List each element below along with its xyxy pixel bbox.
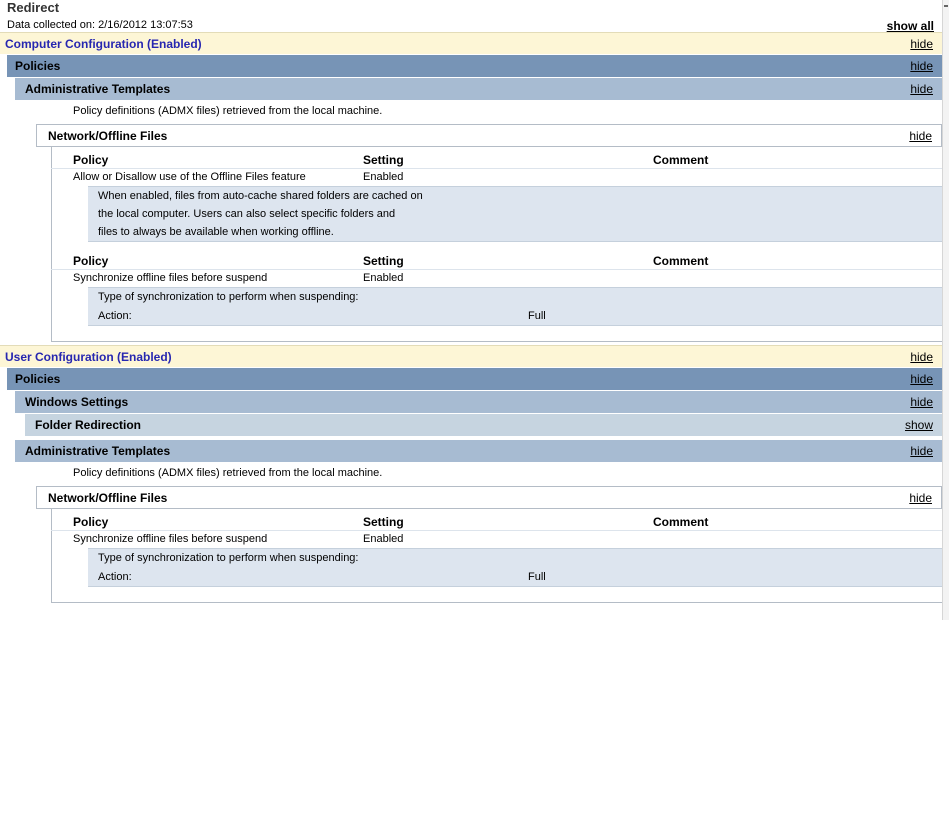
computer-admin-templates-label: Administrative Templates bbox=[25, 82, 171, 96]
computer-admx-note: Policy definitions (ADMX files) retrieve… bbox=[73, 105, 383, 117]
table-header-comment: Comment bbox=[653, 254, 709, 268]
policy-explanation: Type of synchronization to perform when … bbox=[88, 548, 942, 587]
show-all-link[interactable]: show all bbox=[887, 19, 934, 33]
action-label: Action: bbox=[98, 571, 132, 583]
user-network-offline-hide-link[interactable]: hide bbox=[909, 491, 932, 505]
explanation-line: the local computer. Users can also selec… bbox=[98, 208, 396, 220]
policy-setting: Enabled bbox=[363, 533, 404, 545]
table-divider bbox=[51, 530, 942, 531]
computer-network-offline-label: Network/Offline Files bbox=[48, 128, 168, 143]
computer-network-offline-header: Network/Offline Files hide bbox=[36, 124, 942, 147]
user-admin-templates-label: Administrative Templates bbox=[25, 444, 171, 458]
user-network-offline-header: Network/Offline Files hide bbox=[36, 486, 942, 509]
table-header-comment: Comment bbox=[653, 153, 709, 167]
computer-admin-templates-header: Administrative Templates hide bbox=[15, 78, 942, 100]
table-header-setting: Setting bbox=[363, 515, 404, 529]
user-admin-templates-header: Administrative Templates hide bbox=[15, 440, 942, 462]
action-value: Full bbox=[528, 571, 546, 583]
user-configuration-hide-link[interactable]: hide bbox=[910, 350, 933, 364]
policy-setting: Enabled bbox=[363, 272, 404, 284]
table-header-setting: Setting bbox=[363, 254, 404, 268]
action-label: Action: bbox=[98, 310, 132, 322]
computer-policies-header: Policies hide bbox=[7, 55, 942, 77]
explanation-line: Type of synchronization to perform when … bbox=[98, 552, 359, 564]
page-title: Redirect bbox=[7, 0, 60, 15]
user-configuration-header: User Configuration (Enabled) hide bbox=[0, 345, 942, 367]
computer-admin-templates-hide-link[interactable]: hide bbox=[910, 82, 933, 96]
table-header-policy: Policy bbox=[73, 254, 109, 268]
policy-name: Synchronize offline files before suspend bbox=[73, 272, 268, 284]
user-windows-settings-label: Windows Settings bbox=[25, 395, 129, 409]
user-policies-label: Policies bbox=[15, 372, 61, 386]
explanation-line: files to always be available when workin… bbox=[98, 226, 334, 238]
scroll-arrow-icon[interactable] bbox=[944, 5, 948, 7]
table-header-policy: Policy bbox=[73, 515, 109, 529]
vertical-scrollbar[interactable] bbox=[942, 0, 949, 620]
user-folder-redirection-show-link[interactable]: show bbox=[905, 418, 933, 432]
policy-setting: Enabled bbox=[363, 171, 404, 183]
explanation-line: Type of synchronization to perform when … bbox=[98, 291, 359, 303]
table-header-setting: Setting bbox=[363, 153, 404, 167]
computer-policies-hide-link[interactable]: hide bbox=[910, 59, 933, 73]
user-admin-templates-hide-link[interactable]: hide bbox=[910, 444, 933, 458]
policy-explanation: Type of synchronization to perform when … bbox=[88, 287, 942, 326]
user-folder-redirection-label: Folder Redirection bbox=[35, 418, 142, 432]
user-network-offline-label: Network/Offline Files bbox=[48, 490, 168, 505]
data-collected-text: Data collected on: 2/16/2012 13:07:53 bbox=[7, 19, 193, 31]
user-admx-note: Policy definitions (ADMX files) retrieve… bbox=[73, 467, 383, 479]
policy-name: Allow or Disallow use of the Offline Fil… bbox=[73, 171, 306, 183]
policy-name: Synchronize offline files before suspend bbox=[73, 533, 268, 545]
user-folder-redirection-header: Folder Redirection show bbox=[25, 414, 942, 436]
computer-configuration-hide-link[interactable]: hide bbox=[910, 37, 933, 51]
user-configuration-label: User Configuration (Enabled) bbox=[5, 349, 172, 364]
table-divider bbox=[51, 269, 942, 270]
user-policies-header: Policies hide bbox=[7, 368, 942, 390]
computer-configuration-label: Computer Configuration (Enabled) bbox=[5, 36, 202, 51]
computer-network-offline-hide-link[interactable]: hide bbox=[909, 129, 932, 143]
table-header-comment: Comment bbox=[653, 515, 709, 529]
computer-configuration-header: Computer Configuration (Enabled) hide bbox=[0, 32, 942, 54]
table-divider bbox=[51, 168, 942, 169]
table-header-policy: Policy bbox=[73, 153, 109, 167]
action-value: Full bbox=[528, 310, 546, 322]
computer-policies-label: Policies bbox=[15, 59, 61, 73]
user-windows-settings-hide-link[interactable]: hide bbox=[910, 395, 933, 409]
user-policies-hide-link[interactable]: hide bbox=[910, 372, 933, 386]
user-windows-settings-header: Windows Settings hide bbox=[15, 391, 942, 413]
policy-explanation: When enabled, files from auto-cache shar… bbox=[88, 186, 942, 242]
explanation-line: When enabled, files from auto-cache shar… bbox=[98, 190, 423, 202]
